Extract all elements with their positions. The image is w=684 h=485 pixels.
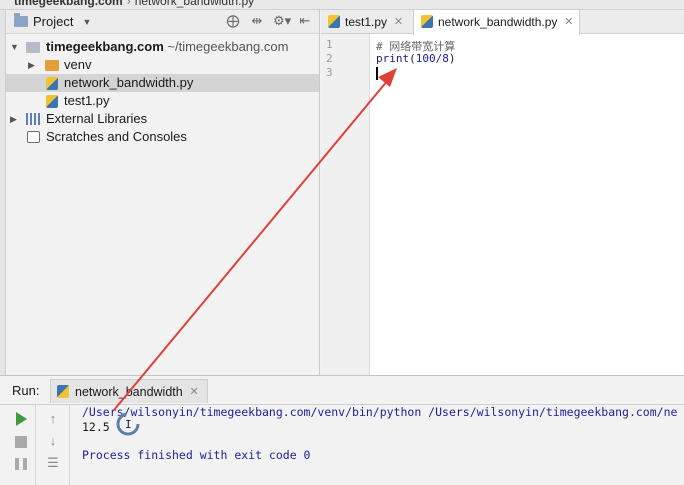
tree-item-label: External Libraries — [46, 111, 148, 126]
text-cursor — [376, 67, 378, 80]
python-file-icon — [46, 77, 58, 90]
tree-item-label: test1.py — [64, 93, 110, 108]
code-paren-open: ( — [409, 52, 416, 65]
code-line-2[interactable]: print(100/8) — [376, 52, 456, 65]
stop-icon[interactable] — [15, 436, 27, 448]
tree-item-venv[interactable]: ▶ venv — [6, 56, 319, 74]
python-file-icon — [46, 95, 58, 108]
run-panel-header: Run: network_bandwidth ✕ — [0, 376, 684, 405]
soft-wrap-icon[interactable]: ☰ — [45, 455, 61, 471]
run-panel-label: Run: — [12, 383, 40, 398]
hide-panel-icon[interactable]: ⇤ — [297, 13, 313, 29]
breadcrumb-file[interactable]: network_bandwidth.py — [135, 0, 254, 8]
close-icon[interactable]: ✕ — [394, 10, 403, 34]
code-expression: 100/8 — [415, 52, 449, 65]
collapse-all-icon[interactable]: ⇹ — [249, 13, 265, 29]
tree-item-label: venv — [64, 57, 92, 72]
project-toolbar: ⨁ ⇹ ⚙▾ ⇤ — [225, 13, 313, 29]
locate-icon[interactable]: ⨁ — [225, 13, 241, 29]
gear-icon[interactable]: ⚙▾ — [273, 13, 291, 29]
expand-down-icon[interactable]: ▼ — [10, 38, 19, 56]
tree-item-label: Scratches and Consoles — [46, 129, 187, 144]
project-tree: ▼ timegeekbang.com ~/timegeekbang.com ▶ … — [6, 34, 319, 146]
close-icon[interactable]: ✕ — [190, 380, 199, 404]
run-toolbar-secondary: ↑ ↓ ☰ — [36, 405, 70, 485]
breadcrumb-separator: › — [126, 0, 131, 8]
tab-label: network_bandwidth.py — [438, 15, 558, 29]
run-play-icon[interactable] — [16, 412, 27, 426]
root-folder-path: ~/timegeekbang.com — [167, 39, 289, 54]
tree-item-scratches[interactable]: Scratches and Consoles — [6, 128, 319, 146]
tree-item-test1[interactable]: test1.py — [6, 92, 319, 110]
editor-area: test1.py ✕ network_bandwidth.py ✕ 1 2 3 … — [321, 10, 684, 375]
chevron-down-icon: ▼ — [82, 16, 92, 27]
tab-test1[interactable]: test1.py ✕ — [321, 10, 409, 34]
folder-icon — [45, 60, 59, 71]
project-panel-header: Project ▼ ⨁ ⇹ ⚙▾ ⇤ — [6, 10, 319, 34]
console-command-line: /Users/wilsonyin/timegeekbang.com/venv/b… — [82, 405, 678, 419]
navigation-bar: timegeekbang.com › network_bandwidth.py — [0, 0, 684, 10]
scroll-up-icon[interactable]: ↑ — [45, 411, 61, 427]
console-result-line: 12.5 — [82, 420, 110, 434]
tab-label: test1.py — [345, 15, 388, 29]
console-exit-line: Process finished with exit code 0 — [82, 448, 311, 462]
scratches-icon — [27, 131, 40, 143]
line-number: 1 — [326, 38, 333, 51]
run-toolbar-primary — [6, 405, 36, 485]
tree-item-root[interactable]: ▼ timegeekbang.com ~/timegeekbang.com — [6, 38, 319, 56]
line-number: 3 — [326, 66, 333, 79]
expand-right-icon[interactable]: ▶ — [28, 56, 35, 74]
python-file-icon — [57, 385, 69, 398]
run-tab-network-bandwidth[interactable]: network_bandwidth ✕ — [50, 379, 208, 403]
folder-icon — [26, 42, 40, 53]
breadcrumb-project[interactable]: timegeekbang.com — [14, 0, 123, 8]
code-function: print — [376, 52, 410, 65]
line-number-gutter: 1 2 3 — [321, 34, 370, 375]
expand-right-icon[interactable]: ▶ — [10, 110, 17, 128]
line-number: 2 — [326, 52, 333, 65]
python-file-icon — [328, 15, 340, 28]
tree-item-label: network_bandwidth.py — [64, 75, 194, 90]
root-folder-name: timegeekbang.com — [46, 39, 164, 54]
tree-item-external-libraries[interactable]: ▶ External Libraries — [6, 110, 319, 128]
breadcrumb: timegeekbang.com › network_bandwidth.py — [14, 0, 254, 8]
project-folder-icon — [14, 13, 28, 27]
code-paren-close: ) — [448, 52, 456, 65]
pause-icon[interactable] — [15, 458, 27, 470]
run-panel: Run: network_bandwidth ✕ ↑ ↓ ☰ /Users/wi… — [0, 375, 684, 485]
library-icon — [26, 113, 40, 125]
project-panel: Project ▼ ⨁ ⇹ ⚙▾ ⇤ ▼ timegeekbang.com ~/… — [6, 10, 320, 375]
editor-tab-bar: test1.py ✕ network_bandwidth.py ✕ — [321, 10, 684, 35]
console-output[interactable]: /Users/wilsonyin/timegeekbang.com/venv/b… — [82, 405, 684, 485]
run-tab-label: network_bandwidth — [75, 385, 183, 399]
python-file-icon — [421, 15, 433, 28]
tree-item-network-bandwidth[interactable]: network_bandwidth.py — [6, 74, 319, 92]
close-icon[interactable]: ✕ — [564, 10, 573, 34]
tab-network-bandwidth[interactable]: network_bandwidth.py ✕ — [413, 10, 581, 35]
project-panel-title: Project — [33, 14, 74, 29]
scroll-down-icon[interactable]: ↓ — [45, 433, 61, 449]
project-view-selector[interactable]: Project ▼ — [6, 13, 92, 29]
